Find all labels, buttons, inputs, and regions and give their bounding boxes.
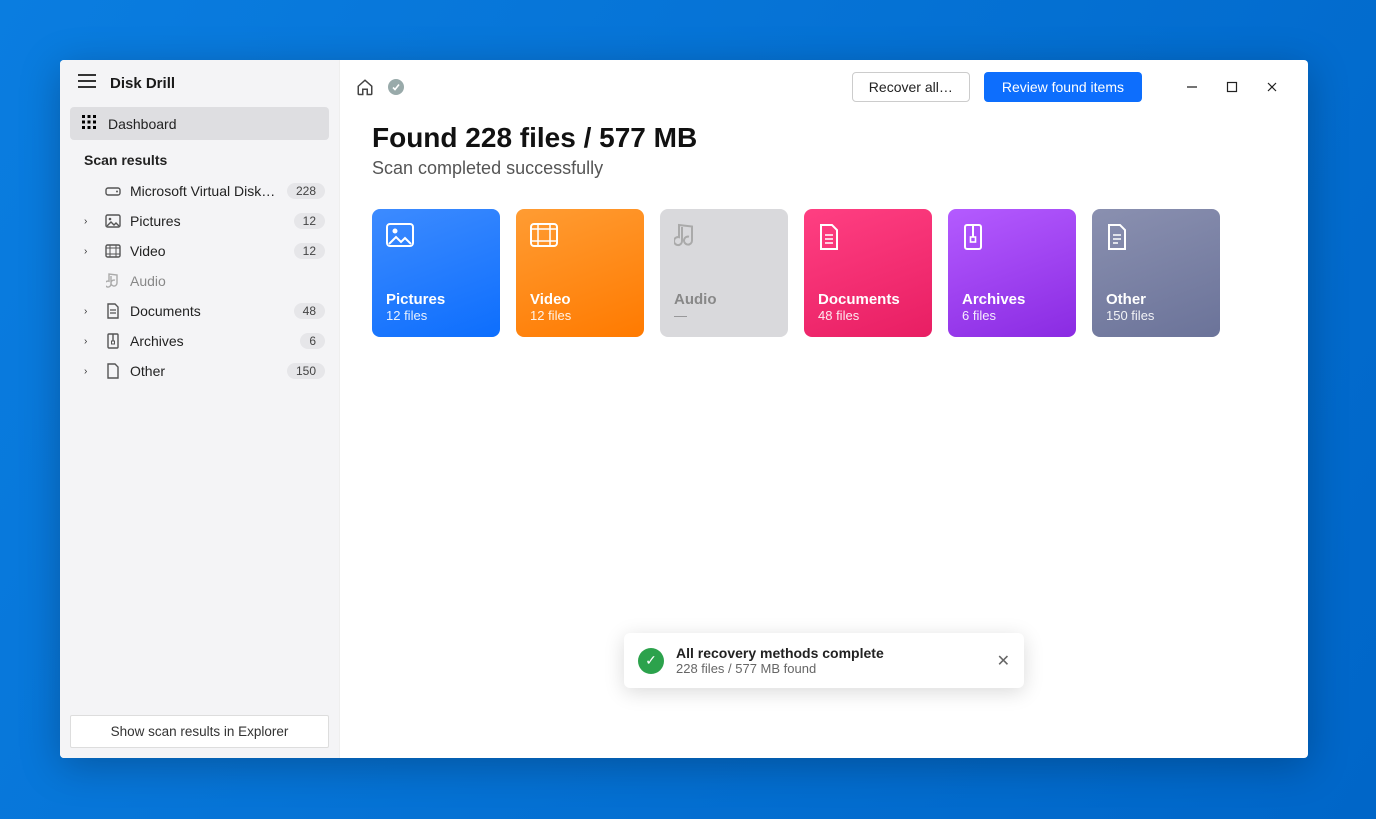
count-badge: 228 (287, 183, 325, 199)
card-title: Other (1106, 291, 1206, 308)
content: Found 228 files / 577 MB Scan completed … (340, 114, 1308, 337)
chevron-right-icon: › (84, 246, 96, 257)
other-icon (1106, 223, 1206, 257)
chevron-right-icon: › (84, 216, 96, 227)
results-headline: Found 228 files / 577 MB (372, 122, 1276, 154)
category-card-other[interactable]: Other150 files (1092, 209, 1220, 337)
category-card-video[interactable]: Video12 files (516, 209, 644, 337)
sidebar-item-documents[interactable]: › Documents 48 (60, 296, 339, 326)
category-card-documents[interactable]: Documents48 files (804, 209, 932, 337)
sidebar-item-label: Microsoft Virtual Disk.d… (130, 183, 279, 199)
chevron-right-icon: › (84, 336, 96, 347)
toast-close-icon[interactable]: ✕ (997, 651, 1010, 671)
maximize-button[interactable] (1212, 73, 1252, 101)
sidebar-item-audio[interactable]: Audio (60, 266, 339, 296)
card-title: Documents (818, 291, 918, 308)
category-cards: Pictures12 filesVideo12 filesAudio—Docum… (372, 209, 1276, 337)
card-count: — (674, 308, 774, 323)
count-badge: 150 (287, 363, 325, 379)
count-badge: 48 (294, 303, 325, 319)
card-count: 12 files (386, 308, 486, 323)
category-card-pictures[interactable]: Pictures12 files (372, 209, 500, 337)
card-count: 6 files (962, 308, 1062, 323)
video-icon (104, 244, 122, 258)
sidebar: Disk Drill Dashboard Scan results Micros… (60, 60, 340, 758)
topbar: Recover all… Review found items (340, 60, 1308, 114)
card-title: Archives (962, 291, 1062, 308)
sidebar-item-label: Other (130, 363, 279, 379)
chevron-right-icon: › (84, 306, 96, 317)
app-window: Disk Drill Dashboard Scan results Micros… (60, 60, 1308, 758)
category-card-audio[interactable]: Audio— (660, 209, 788, 337)
minimize-button[interactable] (1172, 73, 1212, 101)
sidebar-item-other[interactable]: › Other 150 (60, 356, 339, 386)
count-badge: 12 (294, 213, 325, 229)
completion-toast: ✓ All recovery methods complete 228 file… (624, 633, 1024, 688)
audio-icon (104, 273, 122, 289)
sidebar-item-label: Audio (130, 273, 325, 289)
sidebar-item-label: Video (130, 243, 286, 259)
card-count: 150 files (1106, 308, 1206, 323)
home-icon[interactable] (356, 78, 374, 96)
card-count: 48 files (818, 308, 918, 323)
sidebar-item-archives[interactable]: › Archives 6 (60, 326, 339, 356)
menu-icon[interactable] (78, 74, 96, 93)
card-title: Video (530, 291, 630, 308)
app-title: Disk Drill (110, 75, 175, 92)
sidebar-section-label: Scan results (60, 140, 339, 176)
documents-icon (104, 303, 122, 319)
card-title: Audio (674, 291, 774, 308)
window-controls (1172, 73, 1292, 101)
sidebar-item-pictures[interactable]: › Pictures 12 (60, 206, 339, 236)
drive-icon (104, 185, 122, 197)
category-card-archives[interactable]: Archives6 files (948, 209, 1076, 337)
toast-title: All recovery methods complete (676, 645, 884, 661)
sidebar-item-dashboard[interactable]: Dashboard (70, 107, 329, 140)
toast-subtitle: 228 files / 577 MB found (676, 661, 884, 676)
archives-icon (962, 223, 1062, 257)
sidebar-item-video[interactable]: › Video 12 (60, 236, 339, 266)
card-count: 12 files (530, 308, 630, 323)
archives-icon (104, 333, 122, 349)
main-area: Recover all… Review found items Found 22… (340, 60, 1308, 758)
status-check-icon[interactable] (388, 79, 404, 95)
results-subline: Scan completed successfully (372, 158, 1276, 179)
sidebar-item-drive[interactable]: Microsoft Virtual Disk.d… 228 (60, 176, 339, 206)
grid-icon (82, 115, 96, 132)
sidebar-item-label: Archives (130, 333, 292, 349)
video-icon (530, 223, 630, 253)
sidebar-item-label: Documents (130, 303, 286, 319)
card-title: Pictures (386, 291, 486, 308)
sidebar-tree: Microsoft Virtual Disk.d…228›Pictures12›… (60, 176, 339, 386)
sidebar-header: Disk Drill (60, 60, 339, 107)
documents-icon (818, 223, 918, 257)
sidebar-item-label: Pictures (130, 213, 286, 229)
show-in-explorer-button[interactable]: Show scan results in Explorer (70, 715, 329, 748)
audio-icon (674, 223, 774, 255)
pictures-icon (104, 214, 122, 228)
other-icon (104, 363, 122, 379)
pictures-icon (386, 223, 486, 253)
count-badge: 12 (294, 243, 325, 259)
close-button[interactable] (1252, 73, 1292, 101)
recover-all-button[interactable]: Recover all… (852, 72, 970, 102)
review-found-items-button[interactable]: Review found items (984, 72, 1142, 102)
check-icon: ✓ (638, 648, 664, 674)
count-badge: 6 (300, 333, 325, 349)
chevron-right-icon: › (84, 366, 96, 377)
sidebar-item-label: Dashboard (108, 116, 177, 132)
